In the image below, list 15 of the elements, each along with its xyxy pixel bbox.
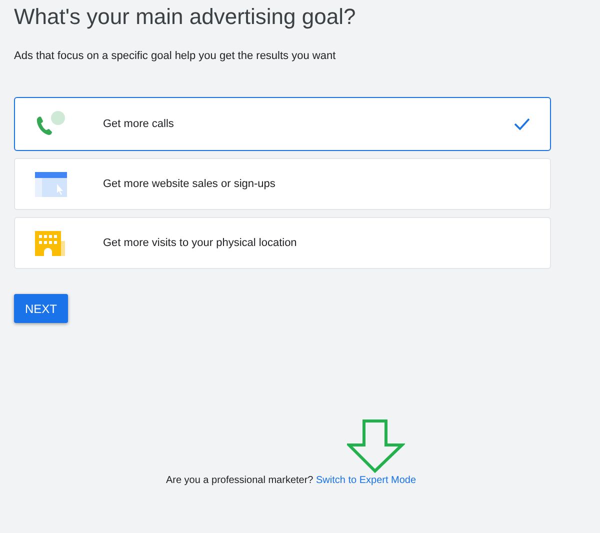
checkmark-icon [514, 117, 530, 131]
expert-mode-prompt: Are you a professional marketer? Switch to Expert Mode [164, 475, 418, 486]
next-button[interactable]: NEXT [14, 294, 68, 323]
page-heading: What's your main advertising goal? [14, 4, 357, 30]
goal-option[interactable]: Get more calls [14, 97, 551, 151]
goal-option[interactable]: Get more website sales or sign-ups [14, 158, 551, 210]
page-subtitle: Ads that focus on a specific goal help you get the results you want [14, 50, 337, 62]
expert-mode-link[interactable]: Switch to Expert Mode [316, 475, 416, 486]
down-arrow-icon [347, 419, 405, 473]
goal-label: Get more calls [103, 118, 175, 130]
browser-window-icon [33, 170, 67, 198]
goal-option[interactable]: Get more visits to your physical location [14, 217, 551, 269]
building-icon [33, 229, 67, 257]
goal-label: Get more website sales or sign-ups [103, 178, 276, 190]
goal-label: Get more visits to your physical location [103, 237, 298, 249]
